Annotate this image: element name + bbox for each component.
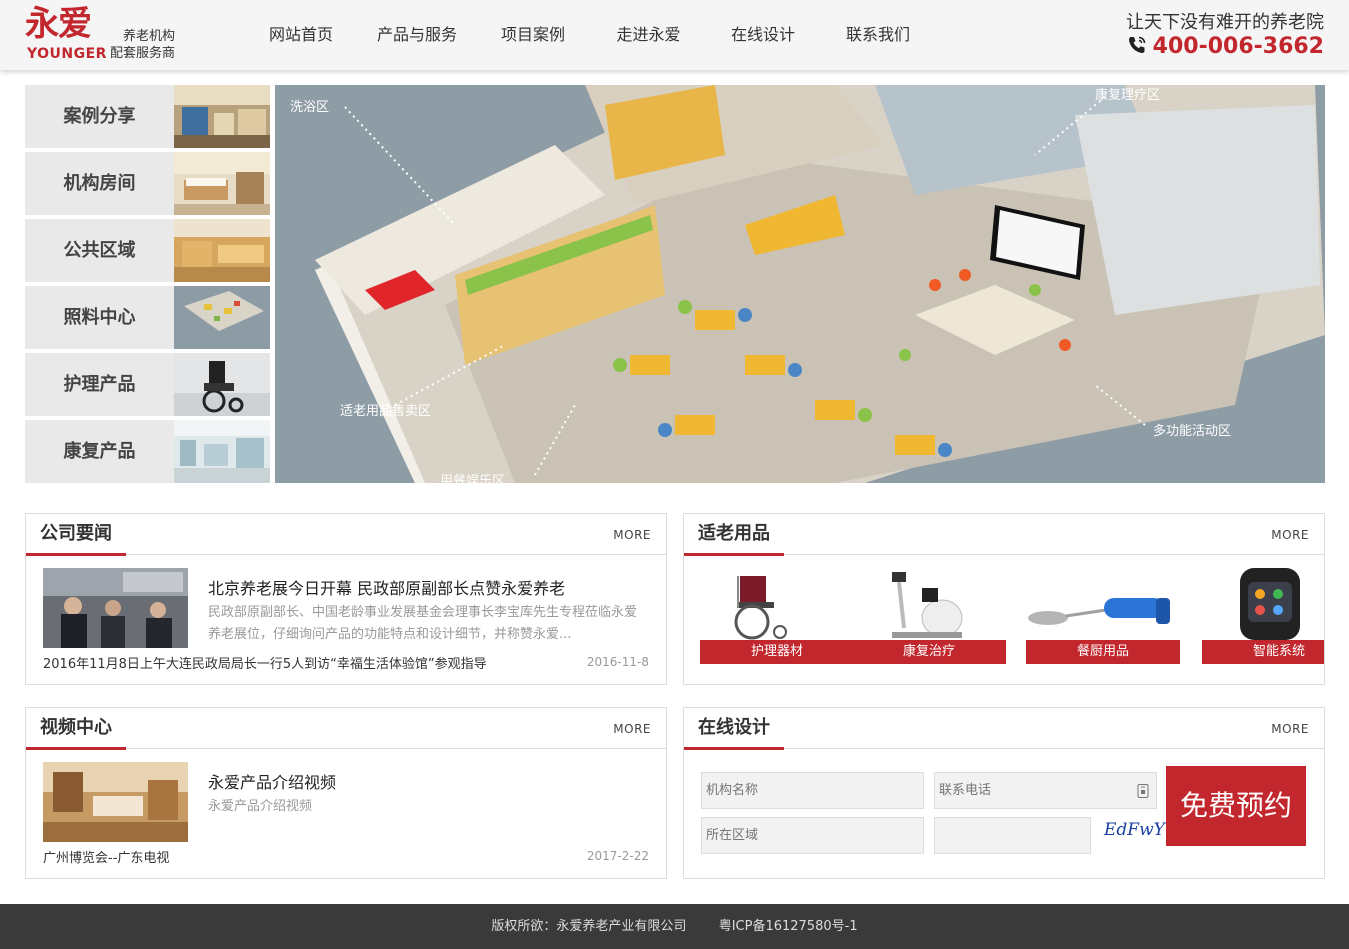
banner-label-bath: 洗浴区 — [290, 100, 329, 115]
care-products-thumbnail — [174, 353, 270, 416]
room-thumbnail — [174, 152, 270, 215]
video-center-panel: 视频中心 MORE 永爱产品介绍视频 永爱产品介绍视频 广州博览会--广东电视 … — [25, 707, 667, 879]
video-thumbnail[interactable] — [43, 762, 188, 842]
tagline-line1: 养老机构 — [123, 29, 176, 44]
sidebar-item-label: 公共区域 — [63, 240, 136, 261]
org-name-input[interactable] — [701, 772, 924, 809]
floorplan-illustration: 洗浴区 康复理疗区 适老用品售卖区 多功能活动区 用餐娱乐区 — [275, 85, 1325, 483]
video-sub-item[interactable]: 广州博览会--广东电视 — [43, 847, 169, 866]
sidebar-item-care-center[interactable]: 照料中心 — [25, 286, 270, 349]
company-news-panel: 公司要闻 MORE 北京养老展今日开幕 民政部原副部长点赞永爱养老 民政部原副部… — [25, 513, 667, 685]
title-underline — [684, 747, 784, 750]
news-thumbnail[interactable] — [43, 568, 188, 648]
header-contact: 让天下没有难开的养老院 400-006-3662 — [1126, 12, 1324, 60]
product-label: 护理器材 — [700, 640, 854, 664]
mobile-phone-icon — [1137, 784, 1149, 798]
elderly-products-panel: 适老用品 MORE 护理器材 康复治疗 餐厨用品 智能系统 — [683, 513, 1325, 685]
logo-en: YOUNGER — [27, 46, 107, 62]
sidebar-item-public-area[interactable]: 公共区域 — [25, 219, 270, 282]
site-footer: 版权所欲：永爱养老产业有限公司 粤ICP备16127580号-1 — [0, 904, 1349, 949]
news-sub-item[interactable]: 2016年11月8日上午大连民政局局长一行5人到访“幸福生活体验馆”参观指导 — [43, 653, 563, 672]
category-sidebar: 案例分享 机构房间 公共区域 照料中心 护理产品 康复产品 — [25, 85, 270, 487]
more-link[interactable]: MORE — [613, 528, 651, 542]
phone-number: 400-006-3662 — [1152, 34, 1324, 59]
sidebar-item-care-products[interactable]: 护理产品 — [25, 353, 270, 416]
phone-icon — [1128, 36, 1145, 53]
title-underline — [26, 747, 126, 750]
product-card-nursing[interactable]: 护理器材 — [700, 568, 854, 664]
panel-title: 在线设计 — [698, 717, 770, 738]
video-sub-date: 2017-2-22 — [586, 849, 649, 863]
sidebar-item-label: 案例分享 — [63, 106, 136, 127]
news-summary: 民政部原副部长、中国老龄事业发展基金会理事长李宝库先生专程莅临永爱养老展位，仔细… — [208, 605, 638, 642]
more-link[interactable]: MORE — [1271, 528, 1309, 542]
tagline: 养老机构 配套服务商 — [110, 28, 175, 62]
icp-text[interactable]: 粤ICP备16127580号-1 — [719, 919, 858, 934]
product-label: 餐厨用品 — [1026, 640, 1180, 664]
banner-label-rehab: 康复理疗区 — [1095, 87, 1160, 103]
nav-contact[interactable]: 联系我们 — [815, 0, 941, 70]
wheelchair-icon — [734, 576, 787, 640]
banner-label-dining: 用餐娱乐区 — [440, 473, 505, 483]
nav-about[interactable]: 走进永爱 — [586, 0, 711, 70]
sidebar-item-label: 照料中心 — [63, 307, 136, 328]
rehab-products-thumbnail — [174, 420, 270, 483]
title-underline — [26, 553, 126, 556]
logo[interactable]: 永爱 YOUNGER — [25, 6, 107, 64]
exercise-bike-icon — [892, 572, 963, 638]
product-card-rehab[interactable]: 康复治疗 — [852, 568, 1006, 664]
main-nav: 网站首页 产品与服务 项目案例 走进永爱 在线设计 联系我们 — [248, 0, 941, 70]
sidebar-item-rooms[interactable]: 机构房间 — [25, 152, 270, 215]
news-headline[interactable]: 北京养老展今日开幕 民政部原副部长点赞永爱养老 — [208, 575, 565, 599]
more-link[interactable]: MORE — [1271, 722, 1309, 736]
nav-online-design[interactable]: 在线设计 — [711, 0, 815, 70]
free-booking-button[interactable]: 免费预约 — [1166, 766, 1306, 846]
smartwatch-icon — [1240, 568, 1300, 640]
title-underline — [684, 553, 784, 556]
tagline-line2: 配套服务商 — [110, 46, 176, 61]
product-label: 智能系统 — [1202, 640, 1324, 664]
sidebar-item-cases[interactable]: 案例分享 — [25, 85, 270, 148]
panel-header: 视频中心 MORE — [26, 708, 666, 750]
online-design-panel: 在线设计 MORE EdFwY 免费预约 — [683, 707, 1325, 879]
sidebar-item-label: 护理产品 — [63, 374, 136, 395]
sidebar-item-label: 机构房间 — [63, 173, 136, 194]
captcha-input[interactable] — [934, 817, 1091, 854]
nav-cases[interactable]: 项目案例 — [480, 0, 586, 70]
nav-products-services[interactable]: 产品与服务 — [354, 0, 480, 70]
panel-header: 公司要闻 MORE — [26, 514, 666, 556]
news-sub-date: 2016-11-8 — [586, 655, 649, 669]
site-header: 永爱 YOUNGER 养老机构 配套服务商 网站首页 产品与服务 项目案例 走进… — [0, 0, 1349, 70]
nav-home[interactable]: 网站首页 — [248, 0, 354, 70]
hero-banner[interactable]: 洗浴区 康复理疗区 适老用品售卖区 多功能活动区 用餐娱乐区 — [275, 85, 1325, 483]
panel-title: 适老用品 — [698, 523, 770, 544]
more-link[interactable]: MORE — [613, 722, 651, 736]
video-summary: 永爱产品介绍视频 — [208, 799, 313, 814]
panel-header: 适老用品 MORE — [684, 514, 1324, 556]
panel-title: 视频中心 — [40, 717, 112, 738]
hotline[interactable]: 400-006-3662 — [1126, 34, 1324, 60]
product-card-smart[interactable]: 智能系统 — [1202, 568, 1324, 664]
copyright-text: 版权所欲：永爱养老产业有限公司 — [491, 919, 687, 934]
panel-header: 在线设计 MORE — [684, 708, 1324, 750]
slogan: 让天下没有难开的养老院 — [1126, 12, 1324, 33]
video-headline[interactable]: 永爱产品介绍视频 — [208, 769, 336, 793]
sidebar-item-rehab-products[interactable]: 康复产品 — [25, 420, 270, 483]
product-card-kitchen[interactable]: 餐厨用品 — [1026, 568, 1180, 664]
logo-cn: 永爱 — [25, 4, 92, 44]
public-area-thumbnail — [174, 219, 270, 282]
phone-input[interactable] — [934, 772, 1157, 809]
banner-label-shop: 适老用品售卖区 — [340, 403, 431, 419]
product-label: 康复治疗 — [852, 640, 1006, 664]
case-thumbnail — [174, 85, 270, 148]
panel-title: 公司要闻 — [40, 523, 112, 544]
care-center-thumbnail — [174, 286, 270, 349]
region-input[interactable] — [701, 817, 924, 854]
sidebar-item-label: 康复产品 — [63, 441, 136, 462]
spoon-icon — [1028, 598, 1170, 625]
captcha-image[interactable]: EdFwY — [1104, 820, 1165, 840]
banner-label-activity: 多功能活动区 — [1153, 423, 1231, 439]
